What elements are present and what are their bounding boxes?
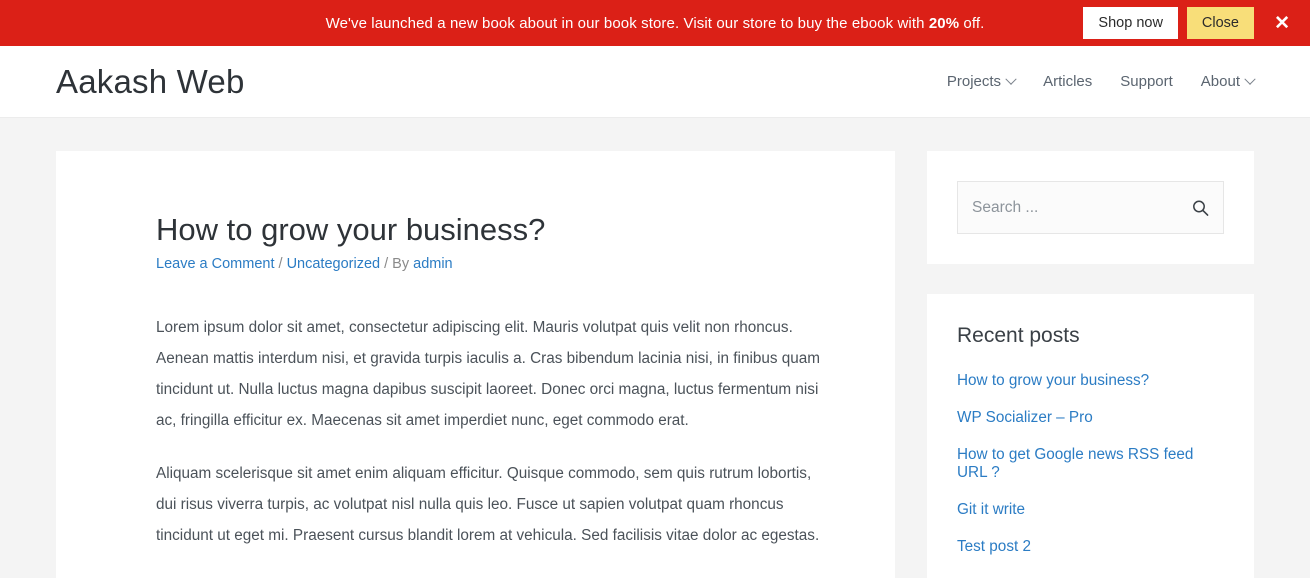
page-title: How to grow your business? xyxy=(156,212,546,247)
list-item: How to grow your business? xyxy=(957,372,1224,390)
list-item: How to get Google news RSS feed URL ? xyxy=(957,446,1224,482)
site-logo-title[interactable]: Aakash Web xyxy=(56,63,245,101)
nav-label-support: Support xyxy=(1120,73,1173,90)
sidebar: Recent posts How to grow your business? … xyxy=(927,151,1254,578)
search-widget xyxy=(927,151,1254,264)
nav-item-about[interactable]: About xyxy=(1200,73,1256,90)
recent-posts-title: Recent posts xyxy=(957,324,1080,347)
main-navigation: Projects Articles Support About xyxy=(946,73,1256,90)
post-paragraph: Lorem ipsum dolor sit amet, consectetur … xyxy=(156,319,821,430)
recent-post-link[interactable]: How to get Google news RSS feed URL ? xyxy=(957,446,1193,481)
promo-discount: 20% xyxy=(928,14,960,32)
recent-posts-list: How to grow your business? WP Socializer… xyxy=(957,372,1224,556)
article-card: How to grow your business? Leave a Comme… xyxy=(56,151,895,578)
author-link[interactable]: admin xyxy=(413,256,453,272)
nav-label-about: About xyxy=(1200,73,1240,90)
shop-now-button[interactable]: Shop now xyxy=(1083,6,1178,40)
leave-comment-link[interactable]: Leave a Comment xyxy=(156,256,274,272)
site-header: Aakash Web Projects Articles Support Abo… xyxy=(0,46,1310,118)
search-icon xyxy=(1193,200,1209,216)
nav-label-projects: Projects xyxy=(946,73,1002,90)
list-item: Test post 2 xyxy=(957,538,1224,556)
recent-post-link[interactable]: Test post 2 xyxy=(957,538,1031,555)
nav-item-articles[interactable]: Articles xyxy=(1043,73,1092,90)
post-paragraph: Aliquam scelerisque sit amet enim aliqua… xyxy=(156,465,820,545)
recent-post-link[interactable]: Git it write xyxy=(957,501,1025,518)
recent-post-link[interactable]: How to grow your business? xyxy=(957,372,1149,389)
chevron-down-icon xyxy=(1244,73,1256,85)
post-body: Lorem ipsum dolor sit amet, consectetur … xyxy=(156,312,827,551)
close-promo-button[interactable]: Close xyxy=(1186,6,1254,40)
list-item: WP Socializer – Pro xyxy=(957,409,1224,427)
meta-separator: / xyxy=(278,256,283,273)
promo-banner: We've launched a new book about in our b… xyxy=(0,0,1310,46)
post-meta: Leave a Comment / Uncategorized / By adm… xyxy=(156,256,827,272)
promo-text-after: off. xyxy=(959,14,985,32)
page-body: How to grow your business? Leave a Comme… xyxy=(0,118,1310,578)
by-prefix: By xyxy=(392,256,410,273)
chevron-down-icon xyxy=(1005,73,1017,85)
list-item: Git it write xyxy=(957,501,1224,519)
dismiss-banner-icon[interactable]: ✕ xyxy=(1274,0,1290,46)
category-link[interactable]: Uncategorized xyxy=(287,256,381,272)
search-input[interactable] xyxy=(958,182,1223,233)
promo-actions: Shop now Close xyxy=(1083,0,1254,46)
nav-item-support[interactable]: Support xyxy=(1120,73,1173,90)
promo-message: We've launched a new book about in our b… xyxy=(326,15,985,32)
recent-posts-widget: Recent posts How to grow your business? … xyxy=(927,294,1254,578)
nav-label-articles: Articles xyxy=(1043,73,1093,90)
nav-item-projects[interactable]: Projects xyxy=(946,73,1017,90)
search-field-wrapper xyxy=(957,181,1224,234)
recent-post-link[interactable]: WP Socializer – Pro xyxy=(957,409,1093,426)
promo-text-before: We've launched a new book about in our b… xyxy=(325,14,929,32)
search-submit-button[interactable] xyxy=(1188,195,1213,220)
meta-separator: / xyxy=(384,256,389,273)
